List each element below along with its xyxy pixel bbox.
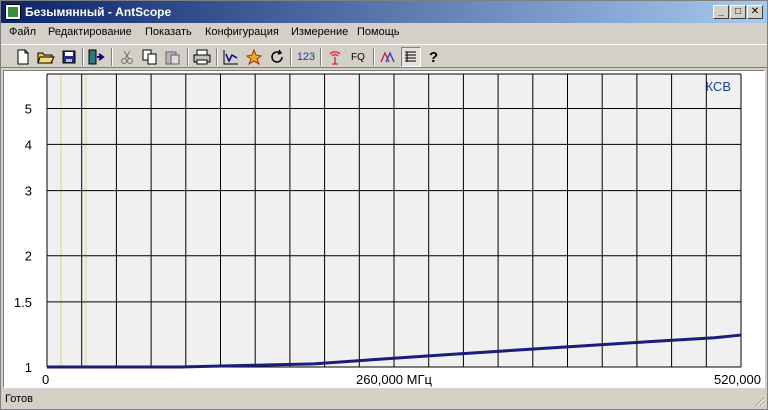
numeric-display-button[interactable]: 123: [295, 47, 317, 67]
y-tick-label: 5: [25, 102, 32, 117]
y-tick-label: 1: [25, 360, 32, 375]
svg-text:?: ?: [429, 49, 438, 65]
paste-icon[interactable]: [163, 47, 183, 67]
chart-title: КСВ: [706, 79, 732, 94]
frequency-button[interactable]: FQ: [348, 47, 368, 67]
chart-area[interactable]: 1 1.5 2 3 4 5 0 260,000 МГц 520,000 КСВ: [3, 70, 765, 388]
dual-trace-icon[interactable]: [378, 47, 398, 67]
menu-help[interactable]: Помощь: [357, 26, 400, 38]
menu-file[interactable]: Файл: [9, 26, 36, 38]
refresh-icon[interactable]: [267, 47, 287, 67]
help-icon[interactable]: ?: [424, 47, 444, 67]
y-tick-label: 4: [25, 137, 32, 152]
new-file-icon[interactable]: [13, 47, 33, 67]
antenna-icon[interactable]: [325, 47, 345, 67]
y-tick-label: 2: [25, 249, 32, 264]
toolbar: 123 FQ ?: [1, 44, 767, 68]
menu-bar: Файл Редактирование Показать Конфигураци…: [1, 23, 767, 43]
menu-edit[interactable]: Редактирование: [48, 26, 132, 38]
open-folder-icon[interactable]: [36, 47, 56, 67]
menu-config[interactable]: Конфигурация: [205, 26, 279, 38]
cut-icon[interactable]: [117, 47, 137, 67]
table-view-icon[interactable]: [401, 47, 421, 67]
resize-grip-icon[interactable]: [753, 395, 765, 407]
copy-icon[interactable]: [140, 47, 160, 67]
print-icon[interactable]: [192, 47, 212, 67]
window-title: Безымянный - AntScope: [25, 5, 172, 19]
minimize-button[interactable]: _: [713, 5, 729, 19]
x-tick-label: 0: [42, 372, 49, 387]
title-bar[interactable]: Безымянный - AntScope _ □ ✕: [1, 1, 767, 23]
y-tick-label: 3: [25, 184, 32, 199]
app-icon: [5, 4, 21, 20]
menu-measure[interactable]: Измерение: [291, 26, 348, 38]
import-icon[interactable]: [87, 47, 107, 67]
y-tick-label: 1.5: [14, 295, 32, 310]
menu-view[interactable]: Показать: [145, 26, 192, 38]
graph-icon[interactable]: [221, 47, 241, 67]
app-window: Безымянный - AntScope _ □ ✕ Файл Редакти…: [0, 0, 768, 410]
x-tick-label: 520,000: [714, 372, 761, 387]
swr-chart: 1 1.5 2 3 4 5 0 260,000 МГц 520,000 КСВ: [14, 73, 761, 387]
close-button[interactable]: ✕: [747, 5, 763, 19]
run-measure-icon[interactable]: [244, 47, 264, 67]
x-tick-label: 260,000 МГц: [356, 372, 432, 387]
save-icon[interactable]: [59, 47, 79, 67]
status-bar: Готов: [1, 390, 767, 409]
status-text: Готов: [5, 393, 33, 405]
maximize-button[interactable]: □: [730, 5, 746, 19]
